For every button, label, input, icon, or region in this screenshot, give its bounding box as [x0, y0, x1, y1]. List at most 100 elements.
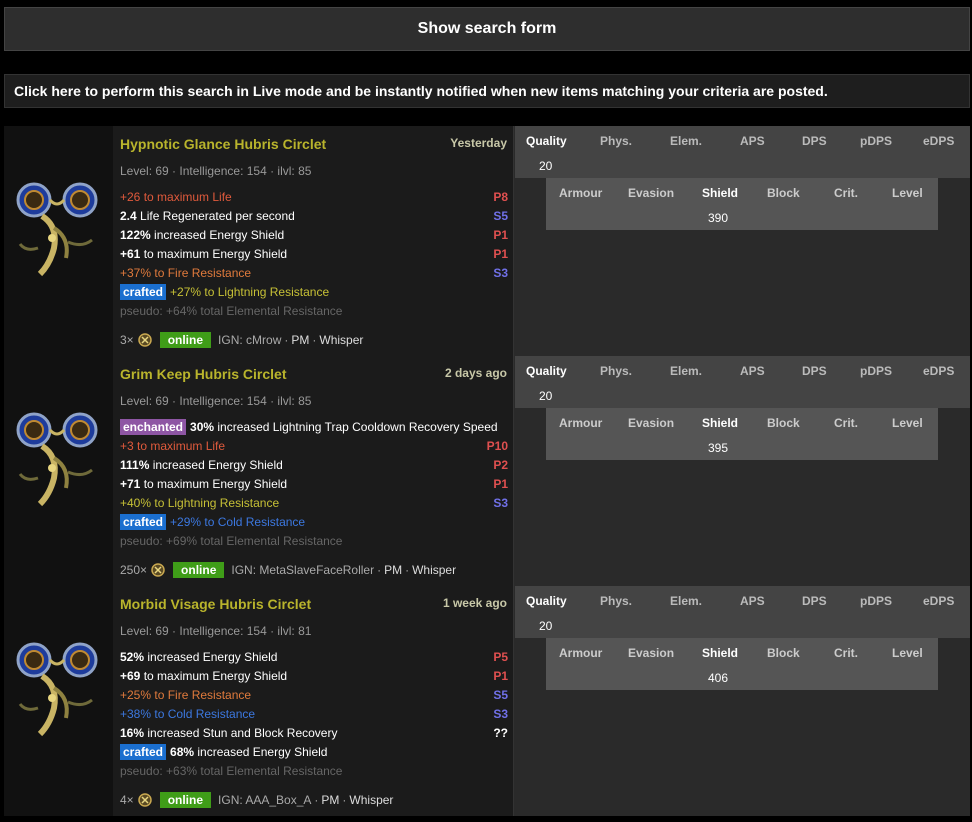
whisper-link[interactable]: Whisper [349, 793, 393, 807]
stat-header-edps[interactable]: eDPS [923, 134, 954, 148]
crafted-badge: crafted [120, 514, 167, 530]
item-name[interactable]: Grim Keep Hubris Circlet [120, 366, 287, 382]
mod-line: 2.4 Life Regenerated per second S5 [120, 207, 508, 226]
mod-line: pseudo: +69% total Elemental Resistance [120, 532, 508, 551]
stat-header-dps[interactable]: DPS [802, 134, 827, 148]
defence-stats: Armour Evasion Shield Block Crit. Level 390 [546, 178, 938, 230]
mod-value: 122% [120, 228, 151, 242]
stat-header-dps[interactable]: DPS [802, 594, 827, 608]
separator: · [284, 333, 289, 347]
stat-header-pdps[interactable]: pDPS [860, 594, 892, 608]
item-stats-panel: Quality Phys. Elem. APS DPS pDPS eDPS 20 Armour… [515, 356, 970, 586]
mod-value: +38% [120, 707, 152, 721]
item-info: Grim Keep Hubris Circlet 2 days ago Leve… [113, 356, 514, 586]
stat-header-aps[interactable]: APS [740, 594, 765, 608]
mod-value: 52% [120, 650, 145, 664]
item-info: Morbid Visage Hubris Circlet 1 week ago … [113, 586, 514, 816]
mod-text: to Fire Resistance [151, 266, 252, 280]
item-stats-panel: Quality Phys. Elem. APS DPS pDPS eDPS 20 Armour… [515, 586, 970, 816]
mod-text: to maximum Life [140, 190, 232, 204]
show-search-form-button[interactable]: Show search form [4, 7, 970, 51]
stat-header-aps[interactable]: APS [740, 134, 765, 148]
defence-header-shield[interactable]: Shield [702, 646, 738, 660]
mod-value: pseudo: +63% [120, 764, 198, 778]
defence-header-block[interactable]: Block [767, 186, 800, 200]
offense-stats: Quality Phys. Elem. APS DPS pDPS eDPS 20 [515, 586, 970, 638]
quality-value: 20 [539, 389, 553, 403]
defence-header-evasion[interactable]: Evasion [628, 646, 674, 660]
mod-value: +69 [120, 669, 141, 683]
mod-value: 16% [120, 726, 145, 740]
stat-header-quality[interactable]: Quality [526, 364, 567, 378]
stat-header-elem[interactable]: Elem. [670, 594, 702, 608]
item-name[interactable]: Morbid Visage Hubris Circlet [120, 596, 311, 612]
mod-text: to Lightning Resistance [201, 285, 330, 299]
defence-header-armour[interactable]: Armour [559, 646, 602, 660]
whisper-link[interactable]: Whisper [412, 563, 456, 577]
mod-line: +25% to Fire Resistance S5 [120, 686, 508, 705]
defence-header-crit[interactable]: Crit. [834, 416, 858, 430]
stack-size: 4× [120, 793, 134, 807]
pm-link[interactable]: PM [291, 333, 309, 347]
offense-stats: Quality Phys. Elem. APS DPS pDPS eDPS 20 [515, 126, 970, 178]
whisper-link[interactable]: Whisper [319, 333, 363, 347]
mod-list: +26 to maximum Life P8 2.4 Life Regenerate… [120, 188, 508, 321]
pm-link[interactable]: PM [384, 563, 402, 577]
defence-header-level[interactable]: Level [892, 646, 923, 660]
mod-text: increased Energy Shield [149, 458, 283, 472]
mod-line: 52% increased Energy Shield P5 [120, 648, 508, 667]
defence-header-level[interactable]: Level [892, 186, 923, 200]
mod-text: increased Lightning Trap Cooldown Recove… [214, 420, 498, 434]
stat-header-quality[interactable]: Quality [526, 134, 567, 148]
mod-text: to Lightning Resistance [151, 496, 280, 510]
mod-tier: P5 [493, 650, 508, 664]
mod-tier: P2 [493, 458, 508, 472]
item-row: Hypnotic Glance Hubris Circlet Yesterday… [4, 126, 970, 356]
mod-line: +3 to maximum Life P10 [120, 437, 508, 456]
defence-header-evasion[interactable]: Evasion [628, 186, 674, 200]
stat-header-pdps[interactable]: pDPS [860, 134, 892, 148]
pm-link[interactable]: PM [321, 793, 339, 807]
defence-header-armour[interactable]: Armour [559, 186, 602, 200]
defence-header-crit[interactable]: Crit. [834, 646, 858, 660]
mod-value: pseudo: +69% [120, 534, 198, 548]
item-row: Morbid Visage Hubris Circlet 1 week ago … [4, 586, 970, 816]
mod-line: 111% increased Energy Shield P2 [120, 456, 508, 475]
stat-header-phys[interactable]: Phys. [600, 364, 632, 378]
stat-header-phys[interactable]: Phys. [600, 134, 632, 148]
item-stats-panel: Quality Phys. Elem. APS DPS pDPS eDPS 20 Armour… [515, 126, 970, 356]
stack-size: 3× [120, 333, 134, 347]
stat-header-aps[interactable]: APS [740, 364, 765, 378]
stat-header-phys[interactable]: Phys. [600, 594, 632, 608]
mod-line: +26 to maximum Life P8 [120, 188, 508, 207]
stat-header-pdps[interactable]: pDPS [860, 364, 892, 378]
mod-value: +25% [120, 688, 152, 702]
defence-stats: Armour Evasion Shield Block Crit. Level 406 [546, 638, 938, 690]
defence-header-block[interactable]: Block [767, 646, 800, 660]
live-mode-link[interactable]: Click here to perform this search in Liv… [4, 74, 970, 108]
stat-header-dps[interactable]: DPS [802, 364, 827, 378]
defence-header-evasion[interactable]: Evasion [628, 416, 674, 430]
item-info: Hypnotic Glance Hubris Circlet Yesterday… [113, 126, 514, 356]
stat-header-elem[interactable]: Elem. [670, 364, 702, 378]
mod-value: +3 [120, 439, 134, 453]
stat-header-elem[interactable]: Elem. [670, 134, 702, 148]
hubris-circlet-icon [16, 642, 98, 737]
stat-header-quality[interactable]: Quality [526, 594, 567, 608]
mod-tier: P1 [493, 228, 508, 242]
defence-header-shield[interactable]: Shield [702, 186, 738, 200]
defence-header-shield[interactable]: Shield [702, 416, 738, 430]
mod-line: pseudo: +64% total Elemental Resistance [120, 302, 508, 321]
crafted-badge: crafted [120, 284, 167, 300]
stat-header-edps[interactable]: eDPS [923, 594, 954, 608]
defence-header-crit[interactable]: Crit. [834, 186, 858, 200]
defence-header-armour[interactable]: Armour [559, 416, 602, 430]
stat-header-edps[interactable]: eDPS [923, 364, 954, 378]
defence-header-level[interactable]: Level [892, 416, 923, 430]
seller-ign: IGN: AAA_Box_A [218, 793, 312, 807]
mod-value: 68% [170, 745, 195, 759]
mod-tier: P1 [493, 477, 508, 491]
mod-value: +29% [170, 515, 202, 529]
defence-header-block[interactable]: Block [767, 416, 800, 430]
item-name[interactable]: Hypnotic Glance Hubris Circlet [120, 136, 326, 152]
